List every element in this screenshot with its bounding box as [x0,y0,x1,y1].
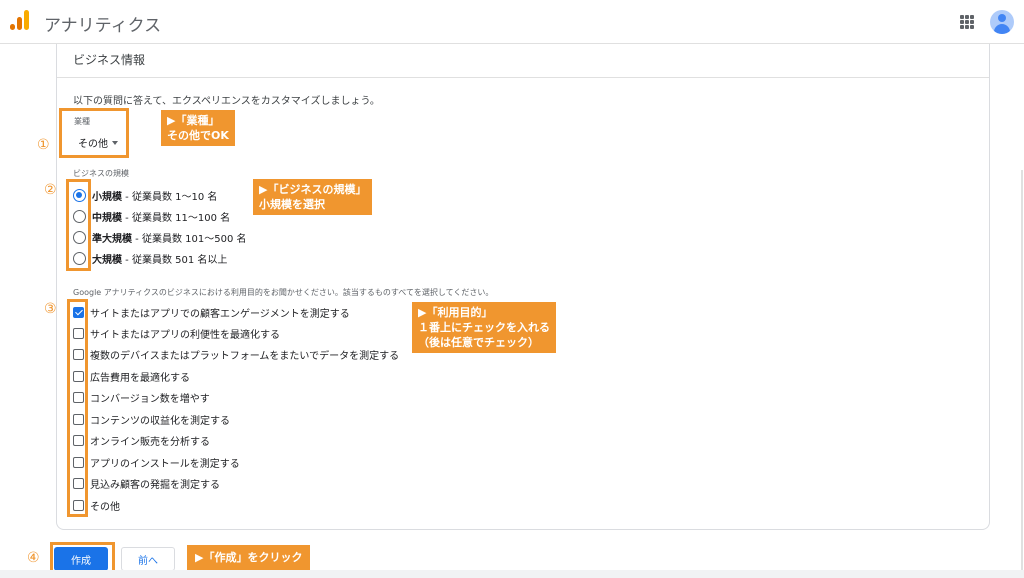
size-option-medium[interactable]: 中規模 - 従業員数 11〜100 名 [73,206,230,226]
grid-apps-icon[interactable] [960,15,974,29]
size-option-label: 中規模 - 従業員数 11〜100 名 [92,212,231,224]
size-option-small[interactable]: 小規模 - 従業員数 1〜10 名 [73,185,217,205]
size-option-label: 大規模 - 従業員数 501 名以上 [92,254,228,266]
account-avatar-icon[interactable] [990,10,1014,34]
top-app-bar: アナリティクス [0,0,1024,44]
purpose-option[interactable]: サイトまたはアプリの利便性を最適化する [73,323,280,343]
page-bottom-strip [0,570,1024,578]
note-purpose: ▶「利用目的」 １番上にチェックを入れる （後は任意でチェック） [412,302,556,353]
size-option-label: 小規模 - 従業員数 1〜10 名 [92,191,218,203]
marker-3: ③ [44,301,57,317]
purpose-option[interactable]: 複数のデバイスまたはプラットフォームをまたいでデータを測定する [73,344,399,364]
highlight-size [66,179,91,271]
purpose-option-label: サイトまたはアプリでの顧客エンゲージメントを測定する [90,308,350,320]
intro-text: 以下の質問に答えて、エクスペリエンスをカスタマイズしましょう。 [73,96,380,107]
marker-2: ② [44,182,57,198]
back-button[interactable]: 前へ [121,547,175,571]
highlight-industry [59,108,129,158]
purpose-option-label: 複数のデバイスまたはプラットフォームをまたいでデータを測定する [90,350,400,362]
purpose-option[interactable]: アプリのインストールを測定する [73,452,240,472]
purpose-option-label: アプリのインストールを測定する [90,458,240,470]
purpose-option-label: オンライン販売を分析する [90,436,210,448]
purpose-label: Google アナリティクスのビジネスにおける利用目的をお聞かせください。該当す… [73,288,494,297]
purpose-option-label: コンテンツの収益化を測定する [90,415,230,427]
highlight-purpose [67,299,88,517]
purpose-option[interactable]: コンテンツの収益化を測定する [73,409,230,429]
card-header: ビジネス情報 [57,44,989,78]
note-industry: ▶「業種」 その他でOK [161,110,235,146]
scrollbar-track[interactable] [1021,170,1023,570]
purpose-option-label: コンバージョン数を増やす [90,393,210,405]
purpose-option[interactable]: コンバージョン数を増やす [73,387,210,407]
purpose-option-label: その他 [90,501,120,513]
analytics-logo-icon[interactable] [10,10,32,32]
card-title: ビジネス情報 [73,53,146,67]
purpose-option[interactable]: サイトまたはアプリでの顧客エンゲージメントを測定する [73,302,350,322]
note-create: ▶「作成」をクリック [187,545,311,570]
purpose-option-label: 広告費用を最適化する [90,372,190,384]
size-option-label: 準大規模 - 従業員数 101〜500 名 [92,233,247,245]
marker-4: ④ [27,550,40,566]
marker-1: ① [37,137,50,153]
purpose-option[interactable]: オンライン販売を分析する [73,430,210,450]
note-size: ▶「ビジネスの規模」 小規模を選択 [253,179,373,215]
purpose-option-label: サイトまたはアプリの利便性を最適化する [90,329,280,341]
app-title: アナリティクス [44,16,162,36]
size-option-mid-large[interactable]: 準大規模 - 従業員数 101〜500 名 [73,227,247,247]
size-option-large[interactable]: 大規模 - 従業員数 501 名以上 [73,248,227,268]
business-size-label: ビジネスの規模 [73,169,129,178]
purpose-option[interactable]: 見込み顧客の発掘を測定する [73,473,220,493]
purpose-option-label: 見込み顧客の発掘を測定する [90,479,220,491]
purpose-option[interactable]: 広告費用を最適化する [73,366,190,386]
